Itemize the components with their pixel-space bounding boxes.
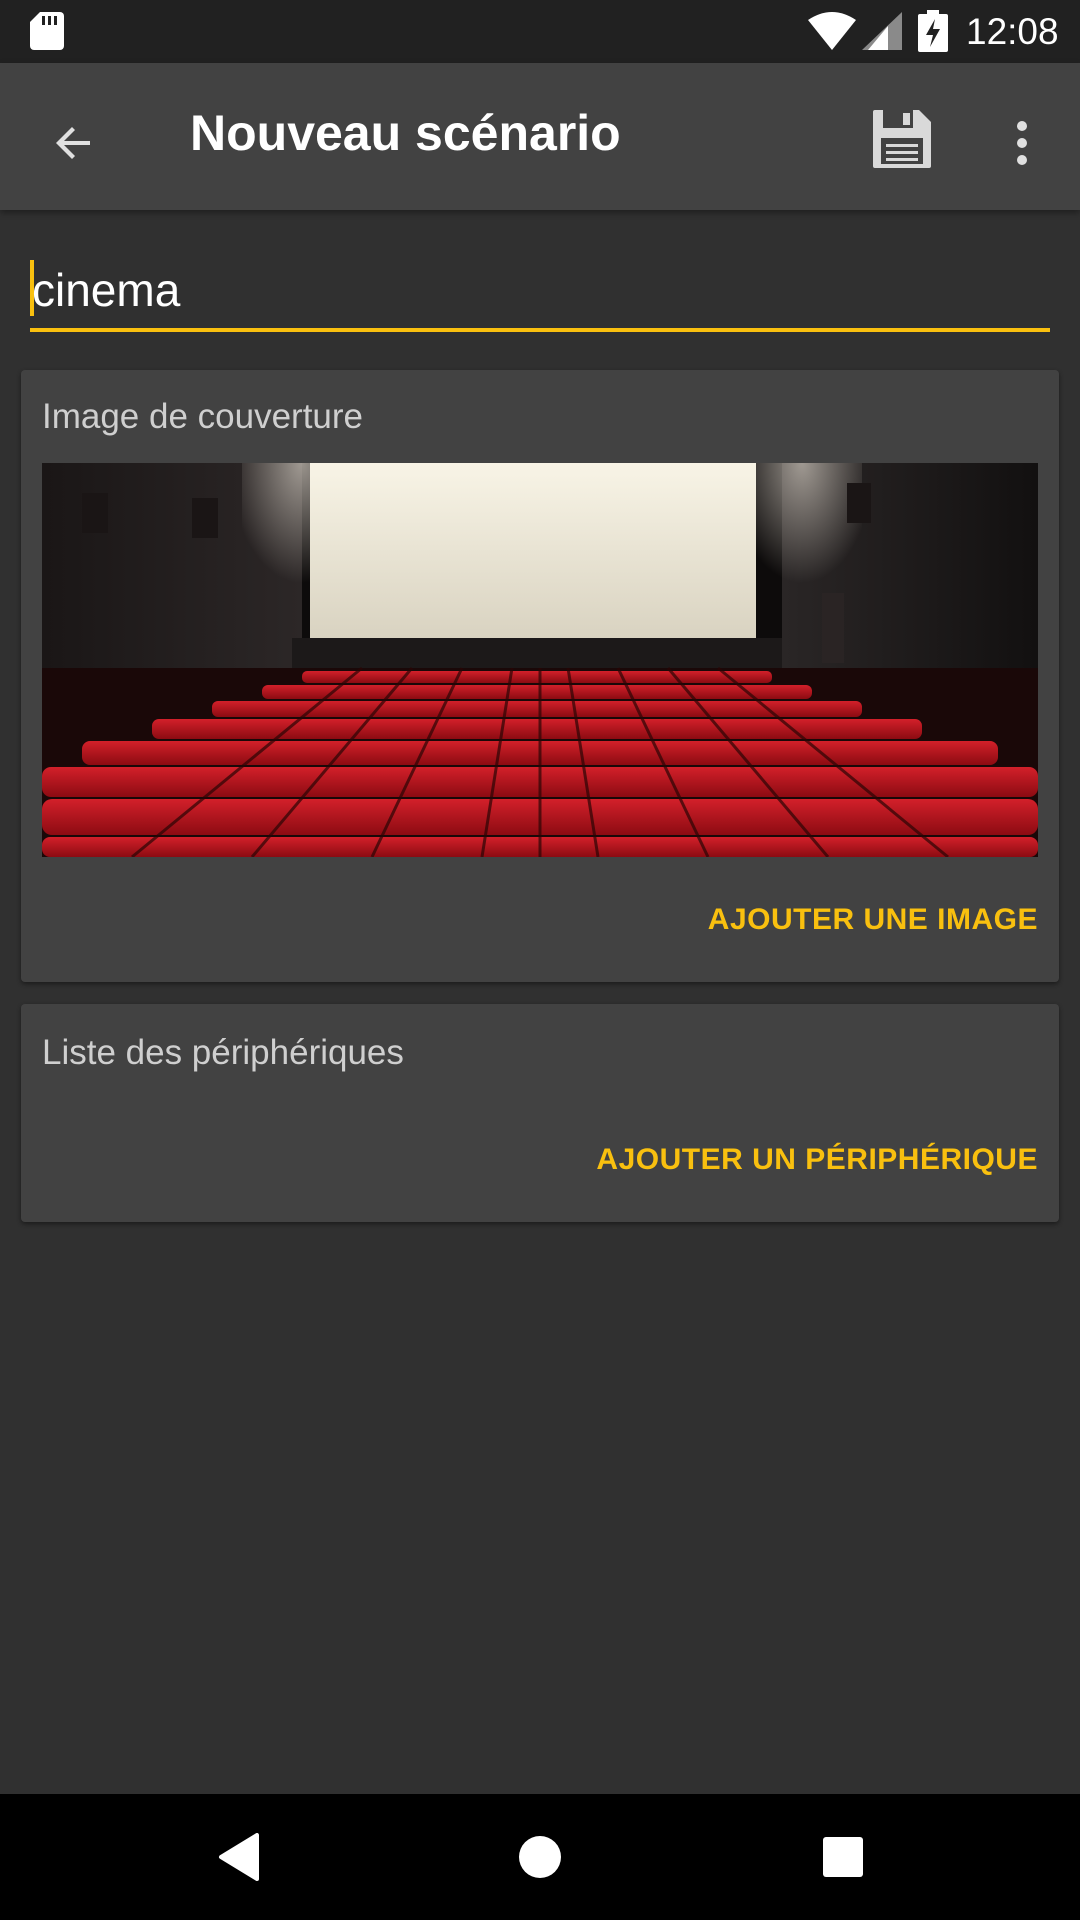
nav-recents-icon bbox=[823, 1837, 863, 1877]
more-vert-icon bbox=[1017, 121, 1027, 165]
status-bar: 12:08 bbox=[0, 0, 1080, 63]
system-nav-bar bbox=[0, 1794, 1080, 1920]
nav-back-button[interactable] bbox=[206, 1824, 272, 1890]
nav-home-button[interactable] bbox=[507, 1824, 573, 1890]
signal-icon bbox=[862, 12, 902, 50]
page-title: Nouveau scénario bbox=[190, 105, 621, 161]
cover-image-label: Image de couverture bbox=[42, 397, 364, 436]
wifi-icon bbox=[808, 12, 856, 50]
back-button[interactable] bbox=[38, 107, 110, 179]
devices-card: Liste des périphériques AJOUTER UN PÉRIP… bbox=[21, 1004, 1059, 1222]
app-bar: Nouveau scénario bbox=[0, 63, 1080, 210]
nav-back-icon bbox=[219, 1833, 259, 1881]
nav-recents-button[interactable] bbox=[810, 1824, 876, 1890]
add-image-button[interactable]: AJOUTER UNE IMAGE bbox=[708, 902, 1038, 938]
add-device-button[interactable]: AJOUTER UN PÉRIPHÉRIQUE bbox=[596, 1142, 1038, 1178]
arrow-back-icon bbox=[56, 127, 90, 159]
battery-charging-icon bbox=[918, 10, 948, 52]
nav-home-icon bbox=[519, 1836, 561, 1878]
more-options-button[interactable] bbox=[1000, 103, 1044, 183]
scenario-name-value: cinema bbox=[32, 264, 181, 316]
floppy-save-icon bbox=[873, 110, 931, 168]
cinema-illustration bbox=[42, 463, 1038, 857]
scenario-name-input[interactable]: cinema bbox=[30, 252, 1050, 332]
cover-image bbox=[42, 463, 1038, 857]
devices-list-label: Liste des périphériques bbox=[42, 1033, 404, 1072]
cover-image-card: Image de couverture AJOUTER UNE IMAGE bbox=[21, 370, 1059, 982]
sd-card-icon bbox=[30, 12, 64, 50]
save-button[interactable] bbox=[862, 99, 942, 179]
status-clock: 12:08 bbox=[966, 11, 1059, 52]
